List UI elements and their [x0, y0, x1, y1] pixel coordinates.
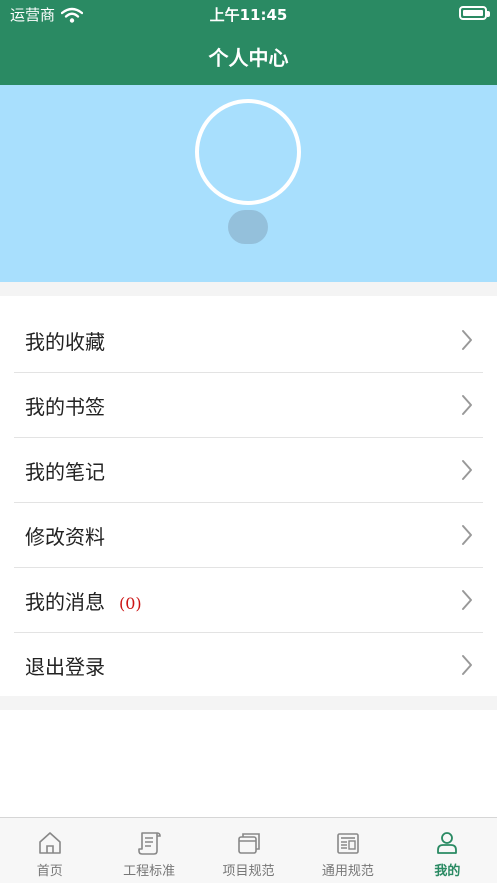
scroll-icon: [138, 832, 161, 855]
top-bar: 运营商 上午11:45 个人中心: [0, 0, 497, 85]
menu-item-bookmarks[interactable]: 我的书签: [0, 373, 497, 438]
status-time: 上午11:45: [209, 6, 288, 24]
menu-item-label: 我的笔记: [25, 460, 105, 484]
battery-icon: [459, 6, 490, 20]
menu-item-edit-profile[interactable]: 修改资料: [0, 503, 497, 568]
tab-mine[interactable]: 我的: [398, 818, 497, 883]
status-bar: 运营商 上午11:45: [0, 0, 497, 28]
chevron-right-icon: [462, 460, 472, 480]
menu-item-label: 退出登录: [25, 655, 105, 679]
newspaper-icon: [337, 833, 359, 854]
tab-general-specs[interactable]: 通用规范: [298, 818, 397, 883]
profile-header: [0, 85, 497, 282]
menu-item-label: 我的收藏: [25, 330, 105, 354]
page-title: 个人中心: [208, 46, 289, 70]
menu-item-logout[interactable]: 退出登录: [0, 633, 497, 698]
chevron-right-icon: [462, 525, 472, 545]
menu-item-favorites[interactable]: 我的收藏: [0, 308, 497, 373]
chevron-right-icon: [462, 590, 472, 610]
tab-label: 项目规范: [222, 864, 275, 879]
app-screen: 运营商 上午11:45 个人中心 我的收藏 我的书签 我的笔记 修改资料 我的消…: [0, 0, 497, 883]
user-icon: [437, 832, 458, 854]
tab-home[interactable]: 首页: [0, 818, 99, 883]
section-separator: [0, 282, 497, 296]
tab-bar: 首页 工程标准 项目规范 通用规范 我的: [0, 817, 497, 883]
menu-item-label: 修改资料: [25, 525, 105, 549]
tab-project-specs[interactable]: 项目规范: [199, 818, 298, 883]
menu-item-label: 我的书签: [25, 395, 105, 419]
section-separator: [0, 696, 497, 710]
chevron-right-icon: [462, 395, 472, 415]
tab-label: 我的: [434, 864, 461, 879]
tab-engineering-standards[interactable]: 工程标准: [99, 818, 198, 883]
tab-label: 工程标准: [123, 864, 176, 879]
tab-label: 通用规范: [321, 864, 374, 879]
message-count-badge: (0): [119, 594, 142, 613]
username-placeholder[interactable]: [228, 210, 268, 244]
home-icon: [38, 832, 61, 854]
menu-item-notes[interactable]: 我的笔记: [0, 438, 497, 503]
stack-icon: [237, 833, 260, 854]
menu-item-label: 我的消息: [25, 590, 105, 614]
menu-list: 我的收藏 我的书签 我的笔记 修改资料 我的消息 (0) 退出登录: [0, 308, 497, 698]
menu-item-messages[interactable]: 我的消息 (0): [0, 568, 497, 633]
tab-label: 首页: [36, 864, 63, 879]
chevron-right-icon: [462, 655, 472, 675]
chevron-right-icon: [462, 330, 472, 350]
avatar[interactable]: [195, 99, 301, 205]
